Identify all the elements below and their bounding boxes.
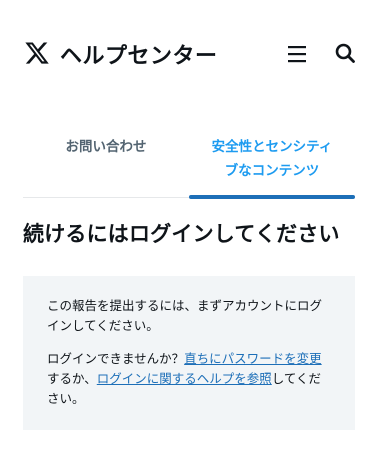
reset-password-link[interactable]: 直ちにパスワードを変更: [184, 351, 322, 366]
site-header: ヘルプセンター: [0, 0, 379, 108]
hamburger-menu-icon[interactable]: [286, 44, 308, 64]
notice-paragraph-1: この報告を提出するには、まずアカウントにログインしてください。: [47, 298, 323, 333]
login-help-link[interactable]: ログインに関するヘルプを参照: [97, 371, 272, 386]
tab-safety-label-line-1: 安全性とセンシティ: [211, 139, 333, 155]
tab-safety-label-line-2: ブなコンテンツ: [224, 163, 320, 179]
tab-safety-sensitive-content[interactable]: 安全性とセンシティ ブなコンテンツ: [189, 126, 355, 198]
notice-middle-text: するか、: [47, 371, 97, 386]
x-logo-icon[interactable]: [24, 40, 50, 66]
site-title[interactable]: ヘルプセンター: [60, 38, 218, 70]
category-tabs: お問い合わせ 安全性とセンシティ ブなコンテンツ: [23, 126, 355, 199]
tab-contact-label: お問い合わせ: [65, 139, 147, 155]
page-heading: 続けるにはログインしてください: [23, 222, 340, 246]
login-notice-box: この報告を提出するには、まずアカウントにログインしてください。 ログインできませ…: [23, 276, 355, 430]
notice-paragraph-2: ログインできませんか？直ちにパスワードを変更するか、ログインに関するヘルプを参照…: [47, 349, 333, 409]
tab-contact[interactable]: お問い合わせ: [23, 126, 189, 198]
notice-prefix-text: ログインできませんか？: [47, 351, 185, 366]
search-icon[interactable]: [334, 42, 356, 64]
active-tab-indicator: [189, 195, 355, 199]
